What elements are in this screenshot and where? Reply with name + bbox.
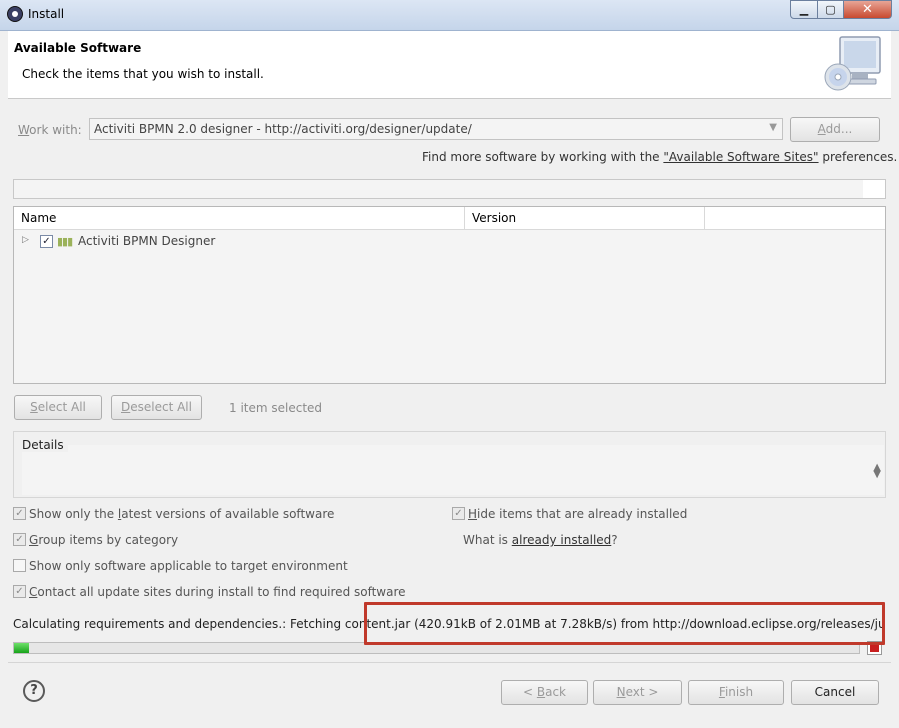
group-by-category-label: Group items by category: [29, 533, 179, 547]
annotation-highlight-box: [364, 602, 885, 645]
details-group: Details ▲ ▼: [13, 431, 886, 498]
target-environment-checkbox[interactable]: [13, 559, 26, 572]
close-icon: ✕: [862, 2, 873, 17]
details-text-area[interactable]: [22, 445, 884, 495]
column-divider[interactable]: [704, 207, 705, 229]
already-installed-link[interactable]: already installed: [512, 533, 612, 547]
back-button[interactable]: < Back: [501, 680, 588, 705]
work-with-value: Activiti BPMN 2.0 designer - http://acti…: [94, 122, 472, 136]
page-title: Available Software: [14, 41, 142, 55]
install-cd-monitor-icon: [824, 36, 881, 91]
title-bar: Install ▁ ▢ ✕: [0, 0, 899, 31]
tree-row-label: Activiti BPMN Designer: [78, 234, 216, 248]
filter-input[interactable]: [13, 179, 886, 199]
column-header-name[interactable]: Name: [21, 211, 56, 225]
group-by-category-checkbox[interactable]: ✓: [13, 533, 26, 546]
help-icon[interactable]: ?: [23, 680, 45, 702]
close-button[interactable]: ✕: [843, 0, 892, 19]
what-is-installed-text: What is already installed?: [463, 533, 618, 547]
hide-installed-label: Hide items that are already installed: [468, 507, 688, 521]
software-tree[interactable]: Name Version ▷ ✓ ▮▮▮ Activiti BPMN Desig…: [13, 206, 886, 384]
target-environment-label: Show only software applicable to target …: [29, 559, 348, 573]
maximize-button[interactable]: ▢: [817, 0, 844, 19]
details-label: Details: [22, 438, 68, 452]
row-checkbox[interactable]: ✓: [40, 235, 53, 248]
column-divider[interactable]: [464, 207, 465, 229]
eclipse-app-icon: [7, 6, 23, 22]
add-site-button[interactable]: Add...: [790, 117, 880, 142]
latest-versions-label: Show only the latest versions of availab…: [29, 507, 335, 521]
wizard-header: Available Software Check the items that …: [8, 31, 891, 99]
selection-count: 1 item selected: [229, 401, 323, 415]
maximize-icon: ▢: [825, 3, 836, 16]
latest-versions-checkbox[interactable]: ✓: [13, 507, 26, 520]
scroll-arrows-icon[interactable]: ▲ ▼: [873, 463, 881, 480]
tree-header: Name Version: [14, 207, 885, 230]
progress-fill: [14, 643, 29, 653]
available-software-sites-link[interactable]: "Available Software Sites": [663, 150, 818, 164]
chevron-down-icon[interactable]: ▼: [769, 122, 777, 133]
hide-installed-checkbox[interactable]: ✓: [452, 507, 465, 520]
cancel-button[interactable]: Cancel: [791, 680, 879, 705]
page-description: Check the items that you wish to install…: [22, 67, 264, 81]
column-header-version[interactable]: Version: [472, 211, 516, 225]
next-button[interactable]: Next >: [593, 680, 682, 705]
find-more-software-text: Find more software by working with the "…: [422, 150, 898, 164]
work-with-combo[interactable]: Activiti BPMN 2.0 designer - http://acti…: [89, 118, 783, 140]
work-with-label: Work with:: [18, 123, 82, 137]
minimize-icon: ▁: [799, 3, 809, 16]
tree-row[interactable]: ▷ ✓ ▮▮▮ Activiti BPMN Designer: [14, 232, 885, 252]
feature-group-icon: ▮▮▮: [57, 235, 73, 248]
finish-button[interactable]: Finish: [688, 680, 784, 705]
expand-arrow-icon[interactable]: ▷: [22, 235, 29, 245]
contact-update-sites-checkbox[interactable]: ✓: [13, 585, 26, 598]
deselect-all-button[interactable]: Deselect All: [111, 395, 202, 420]
minimize-button[interactable]: ▁: [790, 0, 818, 19]
contact-update-sites-label: Contact all update sites during install …: [29, 585, 406, 599]
footer-divider: [8, 662, 891, 663]
window-title: Install: [28, 7, 65, 21]
select-all-button[interactable]: Select All: [14, 395, 102, 420]
